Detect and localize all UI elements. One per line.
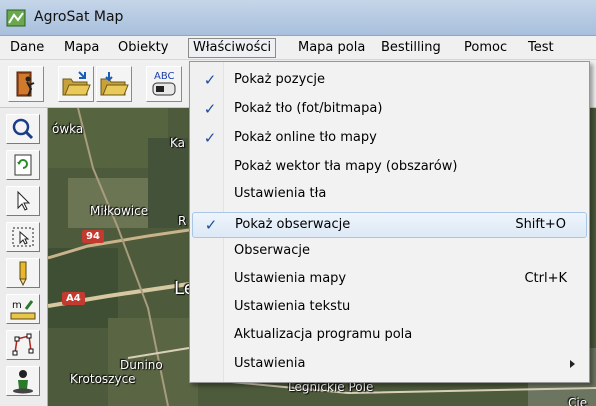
submenu-arrow-icon — [570, 360, 575, 368]
menu-item-shortcut: Shift+O — [515, 217, 566, 232]
zoom-button[interactable] — [6, 114, 40, 144]
menu-item-ustawienia[interactable]: Ustawienia — [192, 352, 587, 378]
menu-item-obserwacje[interactable]: Obserwacje — [192, 239, 587, 265]
side-toolbar: m — [0, 108, 48, 406]
check-icon: ✓ — [204, 216, 218, 234]
svg-text:ABC: ABC — [154, 71, 175, 82]
map-place-label: Cie — [568, 396, 588, 406]
menu-item-ustawienia-mapy[interactable]: Ustawienia mapy Ctrl+K — [192, 267, 587, 293]
menu-item-label: Ustawienia — [234, 356, 306, 371]
menu-item-label: Ustawienia tła — [234, 186, 327, 201]
menu-item-label: Ustawienia mapy — [234, 271, 347, 286]
refresh-button[interactable] — [6, 150, 40, 180]
polygon-icon — [12, 333, 34, 356]
check-icon: ✓ — [203, 100, 217, 118]
menu-mapa-pola[interactable]: Mapa pola — [294, 39, 369, 59]
menu-item-pokaz-pozycje[interactable]: ✓ Pokaż pozycje — [192, 68, 587, 94]
gps-button[interactable] — [6, 366, 40, 396]
menu-item-label: Ustawienia tekstu — [234, 299, 351, 314]
map-place-label: Dunino — [120, 358, 163, 372]
measure-icon: m — [10, 300, 36, 320]
menu-mapa[interactable]: Mapa — [60, 39, 103, 59]
map-place-label: Krotoszyce — [70, 372, 136, 386]
title-bar: AgroSat Map — [0, 0, 596, 36]
polygon-button[interactable] — [6, 330, 40, 360]
save-button[interactable] — [96, 66, 132, 102]
menu-item-label: Pokaż tło (fot/bitmapa) — [234, 101, 383, 116]
save-folder-icon — [100, 72, 129, 96]
open-folder-icon — [62, 71, 91, 96]
wlasciwosci-dropdown-menu: ✓ Pokaż pozycje ✓ Pokaż tło (fot/bitmapa… — [189, 61, 590, 383]
text-button[interactable]: ABC — [146, 66, 182, 102]
pointer-button[interactable] — [6, 186, 40, 216]
select-area-button[interactable] — [6, 222, 40, 252]
menu-item-aktualizacja[interactable]: Aktualizacja programu pola — [192, 323, 587, 349]
svg-text:m: m — [12, 300, 22, 311]
menu-item-pokaz-obserwacje[interactable]: ✓ Pokaż obserwacje Shift+O — [192, 212, 587, 238]
menu-obiekty[interactable]: Obiekty — [114, 39, 172, 59]
menu-item-pokaz-online-tlo[interactable]: ✓ Pokaż online tło mapy — [192, 126, 587, 152]
window-title: AgroSat Map — [34, 9, 124, 25]
road-shield: 94 — [82, 230, 104, 243]
menu-item-label: Obserwacje — [234, 243, 310, 258]
refresh-icon — [14, 154, 32, 176]
menu-item-label: Aktualizacja programu pola — [234, 327, 413, 342]
exit-door-icon — [16, 71, 35, 97]
pencil-icon — [19, 261, 27, 287]
map-place-label: R — [178, 214, 187, 228]
menu-item-shortcut: Ctrl+K — [524, 271, 567, 286]
menu-bar: Dane Mapa Obiekty Właściwości Mapa pola … — [0, 36, 596, 60]
map-place-label: ówka — [52, 122, 84, 136]
check-icon: ✓ — [203, 71, 217, 89]
select-area-icon — [12, 227, 34, 247]
menu-wlasciwosci[interactable]: Właściwości — [188, 38, 277, 58]
check-icon: ✓ — [203, 129, 217, 147]
map-place-label: Ka — [170, 136, 186, 150]
menu-item-ustawienia-tla[interactable]: Ustawienia tła — [192, 182, 587, 208]
menu-bestilling[interactable]: Bestilling — [377, 39, 445, 59]
menu-item-label: Pokaż wektor tła mapy (obszarów) — [234, 159, 458, 174]
zoom-icon — [12, 118, 34, 140]
menu-item-label: Pokaż obserwacje — [235, 217, 351, 232]
road-shield: A4 — [62, 292, 85, 305]
menu-item-ustawienia-tekstu[interactable]: Ustawienia tekstu — [192, 295, 587, 321]
pointer-icon — [17, 190, 31, 211]
exit-button[interactable] — [8, 66, 44, 102]
menu-dane[interactable]: Dane — [6, 39, 48, 59]
pencil-button[interactable] — [6, 258, 40, 288]
menu-item-label: Pokaż pozycje — [234, 72, 326, 87]
menu-item-pokaz-tlo[interactable]: ✓ Pokaż tło (fot/bitmapa) — [192, 97, 587, 123]
open-button[interactable] — [58, 66, 94, 102]
menu-pomoc[interactable]: Pomoc — [460, 39, 511, 59]
menu-item-pokaz-wektor[interactable]: Pokaż wektor tła mapy (obszarów) — [192, 155, 587, 181]
gps-person-icon — [13, 370, 33, 394]
menu-test[interactable]: Test — [524, 39, 558, 59]
map-place-label: Miłkowice — [90, 204, 149, 218]
text-abc-icon: ABC — [152, 71, 176, 96]
menu-item-label: Pokaż online tło mapy — [234, 130, 377, 145]
app-icon — [6, 9, 26, 27]
measure-button[interactable]: m — [6, 294, 40, 324]
